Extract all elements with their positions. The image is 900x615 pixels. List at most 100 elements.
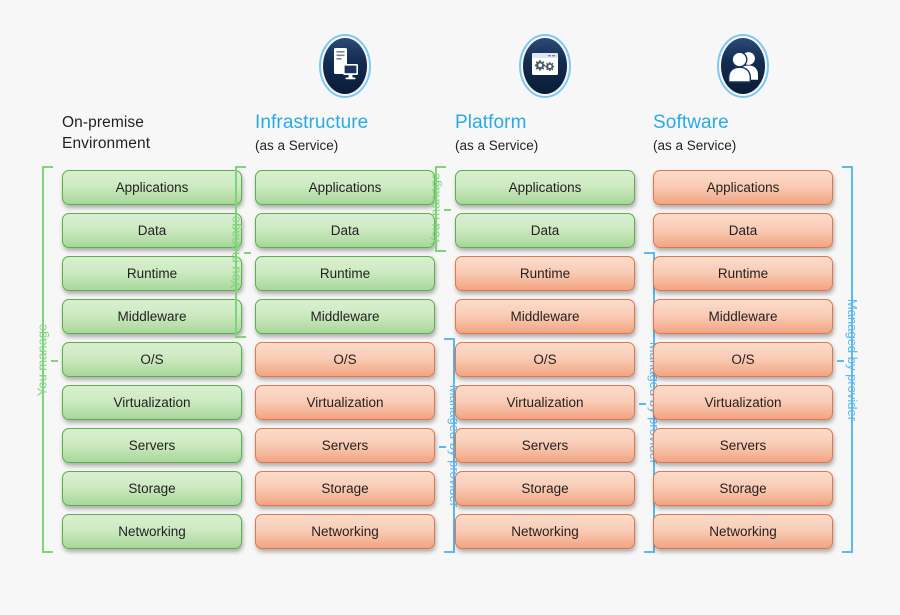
- layer-label: Middleware: [708, 309, 778, 324]
- column-subtitle-platform: (as a Service): [455, 138, 539, 153]
- layer-box[interactable]: Virtualization: [255, 385, 435, 420]
- layer-label: Servers: [521, 438, 569, 453]
- layer-box[interactable]: Networking: [653, 514, 833, 549]
- layer-stack-software: Applications Data Runtime Middleware O/S Virt…: [653, 170, 833, 557]
- layer-label: Runtime: [319, 266, 371, 281]
- layer-label: Networking: [709, 524, 777, 539]
- layer-label: Virtualization: [704, 395, 782, 410]
- layer-box[interactable]: Middleware: [255, 299, 435, 334]
- column-title-line2: Environment: [62, 135, 151, 152]
- column-subtitle-infrastructure: (as a Service): [255, 138, 339, 153]
- layer-label: Servers: [321, 438, 369, 453]
- layer-label: Storage: [128, 481, 176, 496]
- layer-label: Virtualization: [506, 395, 584, 410]
- layer-label: Data: [728, 223, 758, 238]
- layer-box[interactable]: Virtualization: [455, 385, 635, 420]
- layer-box[interactable]: Networking: [62, 514, 242, 549]
- layer-label: Storage: [321, 481, 369, 496]
- layer-label: Runtime: [519, 266, 571, 281]
- layer-stack-platform: Applications Data Runtime Middleware O/S Virt…: [455, 170, 635, 557]
- column-platform: Platform (as a Service) Applications Data Ru…: [428, 0, 662, 615]
- column-title-platform: Platform: [455, 112, 635, 134]
- layer-box[interactable]: Storage: [255, 471, 435, 506]
- layer-label: O/S: [731, 352, 755, 367]
- window-gears-icon: [519, 34, 571, 98]
- column-title-line1: Platform: [455, 112, 527, 133]
- layer-label: Middleware: [510, 309, 580, 324]
- layer-box[interactable]: Servers: [62, 428, 242, 463]
- bracket-managed-by-provider-platform: Managed by provider: [635, 252, 662, 553]
- layer-box[interactable]: O/S: [653, 342, 833, 377]
- layer-box[interactable]: Middleware: [653, 299, 833, 334]
- layer-box[interactable]: Networking: [455, 514, 635, 549]
- layer-box[interactable]: Middleware: [62, 299, 242, 334]
- layer-box[interactable]: Runtime: [62, 256, 242, 291]
- bracket-you-manage-on-premise: You manage: [35, 166, 62, 553]
- layer-label: Middleware: [117, 309, 187, 324]
- layer-box[interactable]: O/S: [62, 342, 242, 377]
- layer-box[interactable]: Servers: [455, 428, 635, 463]
- bracket-label: Managed by provider: [845, 298, 860, 421]
- column-title-line1: Software: [653, 112, 729, 133]
- layer-label: Data: [530, 223, 560, 238]
- cloud-service-models-diagram: On-premise Environment Applications Data Run…: [0, 0, 900, 615]
- layer-label: Virtualization: [306, 395, 384, 410]
- layer-label: Applications: [115, 180, 189, 195]
- layer-label: Applications: [706, 180, 780, 195]
- users-icon: [717, 34, 769, 98]
- bracket-nub: [837, 359, 844, 362]
- layer-box[interactable]: Virtualization: [653, 385, 833, 420]
- layer-box[interactable]: Servers: [653, 428, 833, 463]
- column-title-infrastructure: Infrastructure: [255, 112, 435, 134]
- layer-box[interactable]: Storage: [455, 471, 635, 506]
- layer-box[interactable]: Applications: [62, 170, 242, 205]
- layer-label: O/S: [333, 352, 357, 367]
- layer-label: Networking: [118, 524, 186, 539]
- column-software: Software (as a Service) Applications Data Ru…: [653, 0, 860, 615]
- layer-stack-infrastructure: Applications Data Runtime Middleware O/S Virt…: [255, 170, 435, 557]
- layer-box[interactable]: Runtime: [455, 256, 635, 291]
- layer-label: Virtualization: [113, 395, 191, 410]
- layer-box[interactable]: Runtime: [653, 256, 833, 291]
- layer-box[interactable]: Storage: [62, 471, 242, 506]
- bracket-managed-by-provider-infrastructure: Managed by provider: [435, 338, 462, 553]
- layer-box[interactable]: Applications: [455, 170, 635, 205]
- layer-label: Runtime: [717, 266, 769, 281]
- layer-label: Applications: [308, 180, 382, 195]
- layer-box[interactable]: Runtime: [255, 256, 435, 291]
- layer-box[interactable]: Data: [653, 213, 833, 248]
- bracket-nub: [244, 252, 251, 254]
- layer-label: Networking: [511, 524, 579, 539]
- layer-box[interactable]: Virtualization: [62, 385, 242, 420]
- layer-label: O/S: [533, 352, 557, 367]
- layer-box[interactable]: O/S: [455, 342, 635, 377]
- bracket-label: You manage: [228, 215, 243, 289]
- layer-box[interactable]: Networking: [255, 514, 435, 549]
- layer-box[interactable]: Data: [255, 213, 435, 248]
- layer-box[interactable]: Storage: [653, 471, 833, 506]
- layer-box[interactable]: Servers: [255, 428, 435, 463]
- column-title-line1: On-premise: [62, 114, 144, 131]
- layer-label: Applications: [508, 180, 582, 195]
- column-on-premise: On-premise Environment Applications Data Run…: [35, 0, 242, 615]
- layer-label: Networking: [311, 524, 379, 539]
- bracket-nub: [444, 209, 451, 211]
- layer-box[interactable]: Data: [455, 213, 635, 248]
- layer-box[interactable]: Applications: [255, 170, 435, 205]
- layer-box[interactable]: Applications: [653, 170, 833, 205]
- layer-label: Storage: [521, 481, 569, 496]
- bracket-you-manage-infrastructure: You manage: [228, 166, 255, 338]
- layer-box[interactable]: O/S: [255, 342, 435, 377]
- column-subtitle-software: (as a Service): [653, 138, 737, 153]
- layer-label: Servers: [128, 438, 176, 453]
- column-title-software: Software: [653, 112, 833, 134]
- layer-box[interactable]: Data: [62, 213, 242, 248]
- column-title-line1: Infrastructure: [255, 112, 369, 133]
- bracket-nub: [639, 402, 646, 405]
- layer-label: O/S: [140, 352, 164, 367]
- layer-label: Data: [330, 223, 360, 238]
- bracket-label: You manage: [428, 172, 443, 246]
- layer-box[interactable]: Middleware: [455, 299, 635, 334]
- layer-label: Servers: [719, 438, 767, 453]
- bracket-label: You manage: [35, 323, 50, 396]
